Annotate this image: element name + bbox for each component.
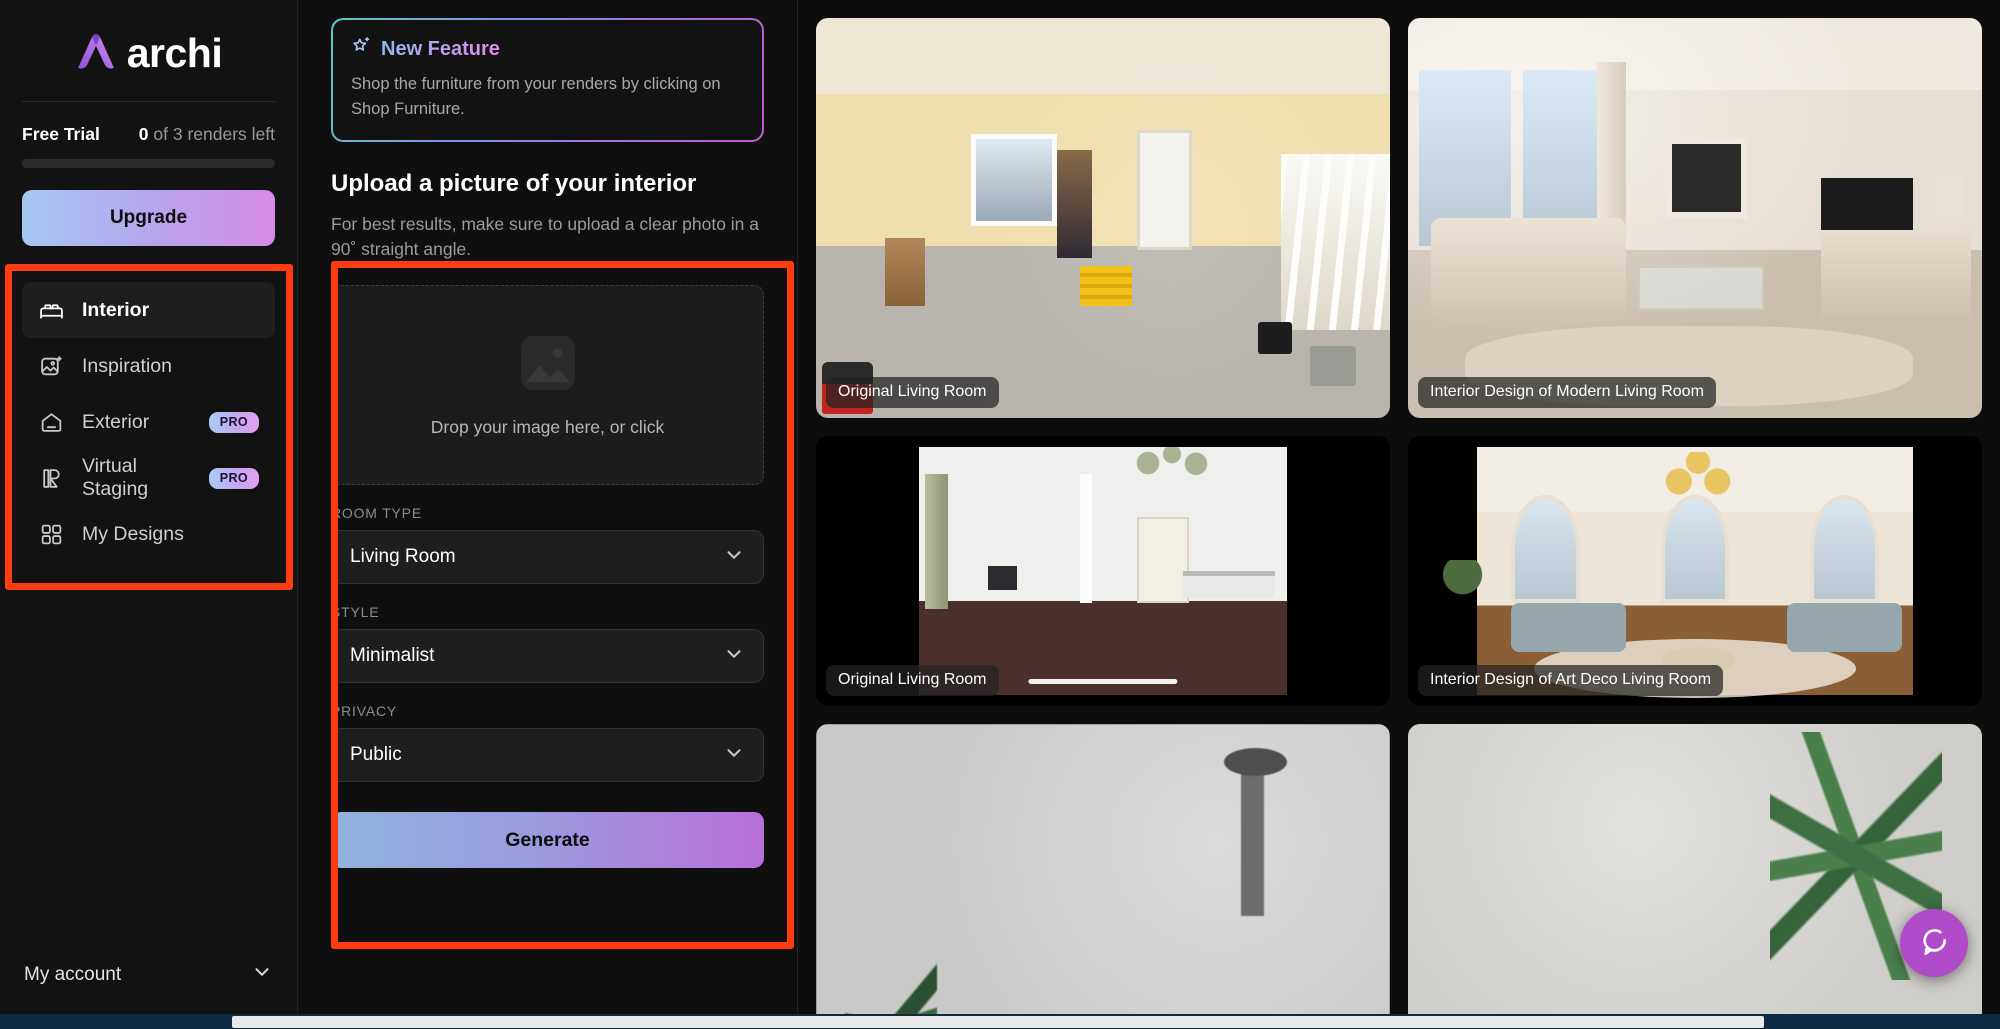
gallery-image: [816, 724, 1390, 1029]
gallery-caption: Interior Design of Art Deco Living Room: [1418, 665, 1724, 696]
sidebar-nav: Interior Inspiration Exterior PRO Virtua…: [22, 282, 275, 562]
gallery-caption: Original Living Room: [826, 665, 999, 696]
gallery-card[interactable]: Original Living Room: [816, 436, 1390, 706]
gallery-image: [816, 18, 1390, 418]
chevron-down-icon: [723, 643, 745, 670]
upgrade-button[interactable]: Upgrade: [22, 190, 275, 246]
field-label: ROOM TYPE: [331, 505, 422, 522]
gallery-card[interactable]: Interior Design of Art Deco Living Room: [1408, 436, 1982, 706]
gallery-card[interactable]: Original Living Room: [816, 18, 1390, 418]
upload-subtitle: For best results, make sure to upload a …: [331, 213, 760, 260]
room-type-select[interactable]: Living Room: [331, 530, 764, 585]
new-feature-title: New Feature: [381, 37, 500, 60]
archi-logo-icon: [75, 32, 117, 75]
upload-panel: New Feature Shop the furniture from your…: [298, 0, 798, 1029]
new-feature-body: Shop the furniture from your renders by …: [351, 75, 721, 118]
my-account-button[interactable]: My account: [24, 951, 273, 999]
field-label: PRIVACY: [331, 703, 398, 720]
sidebar-item-label: Virtual Staging: [82, 455, 149, 500]
chat-bubble-icon: [1918, 925, 1950, 962]
star-sparkle-icon: [351, 36, 372, 62]
new-feature-banner[interactable]: New Feature Shop the furniture from your…: [331, 18, 764, 142]
bed-icon: [38, 297, 64, 323]
gallery-image: [1408, 18, 1982, 418]
render-gallery: Original Living Room Interior Design of …: [798, 0, 2000, 1029]
upload-title: Upload a picture of your interior: [331, 169, 697, 197]
privacy-value: Public: [350, 744, 402, 766]
trial-status: Free Trial 0 of 3 renders left: [0, 102, 297, 145]
image-placeholder-icon: [517, 332, 579, 399]
dropzone-text: Drop your image here, or click: [430, 417, 665, 438]
chevron-down-icon: [251, 961, 273, 989]
sidebar-item-label: Interior: [82, 298, 150, 321]
pro-badge: PRO: [208, 411, 259, 433]
brand-name: archi: [126, 30, 223, 76]
house-icon: [38, 409, 64, 435]
sidebar-item-inspiration[interactable]: Inspiration: [22, 338, 275, 394]
sidebar-item-my-designs[interactable]: My Designs: [22, 506, 275, 562]
chevron-down-icon: [723, 742, 745, 769]
trial-label: Free Trial: [22, 124, 100, 144]
sidebar-item-label: Inspiration: [82, 354, 172, 377]
image-sparkle-icon: [38, 353, 64, 379]
brand-logo[interactable]: archi: [0, 0, 297, 101]
field-room-type: ROOM TYPE Living Room: [331, 505, 764, 585]
style-select[interactable]: Minimalist: [331, 629, 764, 684]
gallery-caption: Original Living Room: [826, 377, 999, 408]
image-dropzone[interactable]: Drop your image here, or click: [331, 285, 764, 486]
gallery-card[interactable]: [1408, 724, 1982, 1029]
generate-button[interactable]: Generate: [331, 812, 764, 869]
my-account-label: My account: [24, 964, 122, 985]
room-type-value: Living Room: [350, 546, 456, 568]
trial-count-rest: of 3 renders left: [148, 124, 275, 144]
gallery-card[interactable]: Interior Design of Modern Living Room: [1408, 18, 1982, 418]
sidebar-item-virtual-staging[interactable]: Virtual Staging PRO: [22, 450, 275, 506]
style-value: Minimalist: [350, 645, 435, 667]
sidebar-item-label: My Designs: [82, 522, 184, 545]
archi-app-window: archi Free Trial 0 of 3 renders left Upg…: [0, 0, 2000, 1029]
trial-progress-bar: [22, 159, 275, 168]
sidebar-item-exterior[interactable]: Exterior PRO: [22, 394, 275, 450]
grid-icon: [38, 521, 64, 547]
new-feature-header: New Feature: [351, 36, 744, 62]
privacy-select[interactable]: Public: [331, 728, 764, 783]
help-chat-button[interactable]: [1900, 909, 1968, 977]
sidebar-item-label: Exterior: [82, 410, 150, 433]
trial-count: 0 of 3 renders left: [139, 124, 275, 145]
gallery-image: [1408, 724, 1982, 1029]
pro-badge: PRO: [208, 467, 259, 489]
scrollbar-thumb[interactable]: [232, 1016, 1764, 1028]
horizontal-scrollbar[interactable]: [0, 1014, 2000, 1029]
gallery-caption: Interior Design of Modern Living Room: [1418, 377, 1716, 408]
staging-icon: [38, 465, 64, 491]
field-style: STYLE Minimalist: [331, 604, 764, 684]
chevron-down-icon: [723, 544, 745, 571]
gallery-card[interactable]: [816, 724, 1390, 1029]
sidebar: archi Free Trial 0 of 3 renders left Upg…: [0, 0, 298, 1029]
field-privacy: PRIVACY Public: [331, 703, 764, 783]
sidebar-item-interior[interactable]: Interior: [22, 282, 275, 338]
field-label: STYLE: [331, 604, 380, 621]
trial-count-value: 0: [138, 124, 149, 144]
